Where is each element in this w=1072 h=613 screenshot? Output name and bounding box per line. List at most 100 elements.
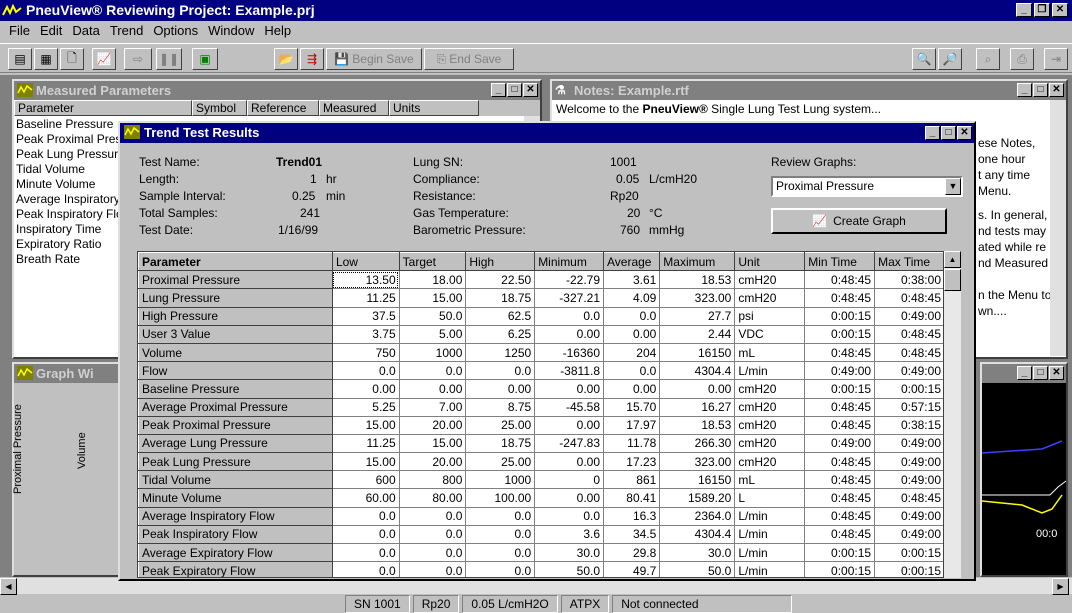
- row-parameter-cell[interactable]: Average Proximal Pressure: [138, 397, 333, 417]
- row-parameter-cell[interactable]: High Pressure: [138, 306, 333, 326]
- table-cell[interactable]: 0:48:45: [804, 415, 876, 435]
- table-cell[interactable]: 0.00: [602, 324, 661, 344]
- table-cell[interactable]: 0.0: [602, 306, 661, 326]
- table-cell[interactable]: -16360: [534, 342, 604, 363]
- table-row[interactable]: Baseline Pressure 0.00 0.00 0.00 0.00 0.00 0.0…: [138, 379, 943, 399]
- table-cell[interactable]: 0:49:00: [804, 433, 876, 454]
- row-parameter-cell[interactable]: Peak Lung Pressure: [138, 452, 333, 472]
- table-cell[interactable]: 0:48:45: [874, 488, 943, 508]
- row-parameter-cell[interactable]: Peak Expiratory Flow: [138, 561, 333, 577]
- table-cell[interactable]: 3.61: [602, 270, 661, 290]
- table-cell[interactable]: 0:48:45: [804, 524, 876, 545]
- table-cell[interactable]: cmH20: [734, 452, 806, 472]
- table-cell[interactable]: 0:00:15: [804, 542, 876, 563]
- export-icon[interactable]: ⇶: [300, 48, 324, 70]
- dialog-maximize-button[interactable]: □: [941, 126, 956, 140]
- restore-button[interactable]: ❐: [1034, 3, 1050, 17]
- table-cell[interactable]: 4304.4: [659, 361, 736, 381]
- table-cell[interactable]: 6.25: [465, 324, 536, 344]
- menu-window[interactable]: Window: [203, 21, 259, 41]
- table-cell[interactable]: 0.00: [534, 452, 604, 472]
- table-cell[interactable]: 0:49:00: [874, 506, 943, 526]
- table-cell[interactable]: 0: [534, 470, 604, 490]
- table-cell[interactable]: L/min: [734, 561, 806, 577]
- table-cell[interactable]: 15.00: [398, 288, 467, 308]
- table-cell[interactable]: 50.0: [534, 561, 604, 577]
- table-row[interactable]: Peak Inspiratory Flow 0.0 0.0 0.0 3.6 34.5 430…: [138, 524, 943, 545]
- zoom-in-icon[interactable]: 🔍: [912, 48, 936, 70]
- table-cell[interactable]: 0:48:45: [874, 342, 943, 363]
- table-row[interactable]: Average Lung Pressure 11.25 15.00 18.75 -247…: [138, 433, 943, 454]
- table-cell[interactable]: 0.00: [331, 379, 400, 399]
- open-folder-icon[interactable]: 📂: [274, 48, 298, 70]
- list-item[interactable]: Peak Lung Pressure: [14, 147, 132, 162]
- row-parameter-cell[interactable]: Flow: [138, 361, 333, 381]
- table-cell[interactable]: 18.00: [398, 270, 467, 290]
- table-cell[interactable]: 25.00: [465, 452, 536, 472]
- table-cell[interactable]: 30.0: [534, 542, 604, 563]
- table-row[interactable]: Minute Volume 60.00 80.00 100.00 0.00 80.41 15…: [138, 488, 943, 508]
- table-cell[interactable]: mL: [734, 342, 806, 363]
- list-item[interactable]: Minute Volume: [14, 177, 132, 192]
- table-cell[interactable]: L/min: [734, 524, 806, 545]
- table-cell[interactable]: cmH20: [734, 433, 806, 454]
- notes-body[interactable]: ese Notes, one hour t any time Menu. s. …: [978, 135, 1052, 319]
- table-cell[interactable]: 1000: [465, 470, 536, 490]
- row-parameter-cell[interactable]: Average Inspiratory Flow: [138, 506, 333, 526]
- row-parameter-cell[interactable]: Average Lung Pressure: [138, 433, 333, 454]
- table-row[interactable]: Volume 750 1000 1250 -16360 204 16150 mL 0:48:45…: [138, 342, 943, 363]
- trend-dialog-title[interactable]: Trend Test Results _ □ ✕: [120, 123, 974, 143]
- table-row[interactable]: Peak Proximal Pressure 15.00 20.00 25.00 0.0…: [138, 415, 943, 435]
- table-row[interactable]: User 3 Value 3.75 5.00 6.25 0.00 0.00 2.44 VDC 0…: [138, 324, 943, 344]
- table-cell[interactable]: 4.09: [602, 288, 661, 308]
- row-parameter-cell[interactable]: User 3 Value: [138, 324, 333, 344]
- table-cell[interactable]: psi: [734, 306, 806, 326]
- table-row[interactable]: High Pressure 37.5 50.0 62.5 0.0 0.0 27.7 psi 0:…: [138, 306, 943, 326]
- table-cell[interactable]: -22.79: [534, 270, 604, 290]
- table-scrollbar[interactable]: ▲: [944, 251, 961, 578]
- list-item[interactable]: Breath Rate: [14, 252, 132, 267]
- table-cell[interactable]: cmH20: [734, 397, 806, 417]
- table-cell[interactable]: 0:00:15: [874, 542, 943, 563]
- begin-save-button[interactable]: 💾 Begin Save: [326, 48, 422, 70]
- table-cell[interactable]: 20.00: [398, 452, 467, 472]
- table-cell[interactable]: 49.7: [602, 561, 661, 577]
- table-cell[interactable]: 0.0: [331, 524, 400, 545]
- table-cell[interactable]: 861: [602, 470, 661, 490]
- table-cell[interactable]: 0.0: [398, 361, 467, 381]
- table-cell[interactable]: 0.00: [534, 415, 604, 435]
- table-cell[interactable]: 0:38:15: [874, 415, 943, 435]
- table-cell[interactable]: 16150: [659, 470, 736, 490]
- table-cell[interactable]: 11.25: [331, 433, 400, 454]
- table-cell[interactable]: 4304.4: [659, 524, 736, 545]
- table-cell[interactable]: 15.00: [331, 415, 400, 435]
- table-cell[interactable]: 5.25: [331, 397, 400, 417]
- table-cell[interactable]: 50.0: [659, 561, 736, 577]
- close-button[interactable]: ✕: [1052, 3, 1068, 17]
- list-item[interactable]: Peak Proximal Pressure: [14, 132, 132, 147]
- table-row[interactable]: Average Inspiratory Flow 0.0 0.0 0.0 0.0 16.3…: [138, 506, 943, 526]
- table-cell[interactable]: 20.00: [398, 415, 467, 435]
- table-cell[interactable]: L/min: [734, 361, 806, 381]
- table-cell[interactable]: 0.0: [465, 361, 536, 381]
- table-cell[interactable]: 204: [602, 342, 661, 363]
- table-cell[interactable]: 0:48:45: [804, 270, 876, 290]
- graph-window-right[interactable]: _ □ ✕ 00:0: [980, 362, 1068, 577]
- table-cell[interactable]: 0:00:15: [804, 306, 876, 326]
- table-cell[interactable]: cmH20: [734, 270, 806, 290]
- end-save-button[interactable]: ⎘ End Save: [424, 48, 514, 70]
- table-cell[interactable]: L/min: [734, 542, 806, 563]
- table-view-icon[interactable]: ▤: [8, 48, 32, 70]
- table-cell[interactable]: 18.75: [465, 433, 536, 454]
- table-cell[interactable]: -247.83: [534, 433, 604, 454]
- column-header[interactable]: Maximum: [659, 252, 736, 272]
- column-header[interactable]: Unit: [734, 252, 806, 272]
- table-cell[interactable]: 18.75: [465, 288, 536, 308]
- table-cell[interactable]: 1000: [398, 342, 467, 363]
- table-cell[interactable]: 62.5: [465, 306, 536, 326]
- menu-help[interactable]: Help: [259, 21, 296, 41]
- table-cell[interactable]: 15.70: [602, 397, 661, 417]
- table-row[interactable]: Peak Lung Pressure 15.00 20.00 25.00 0.00 17.…: [138, 452, 943, 472]
- table-cell[interactable]: 2.44: [659, 324, 736, 344]
- table-cell[interactable]: 7.00: [398, 397, 467, 417]
